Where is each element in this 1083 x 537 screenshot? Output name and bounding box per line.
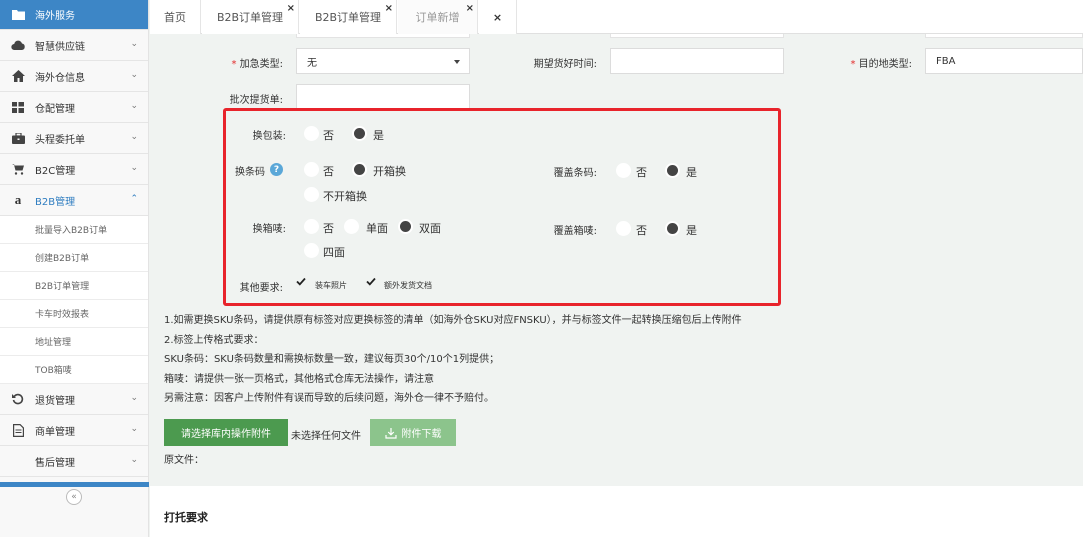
sidebar-footer-bar bbox=[0, 482, 149, 487]
close-all-tabs-button[interactable]: × bbox=[479, 0, 517, 34]
field-partial bbox=[296, 34, 470, 38]
tab-label: 订单新增 bbox=[415, 11, 460, 24]
caret-down-icon bbox=[454, 60, 460, 64]
chevron-down-icon: ⌄ bbox=[130, 424, 138, 434]
chevron-down-icon: ⌄ bbox=[130, 70, 138, 80]
tab-label: 首页 bbox=[164, 11, 186, 24]
chevron-down-icon: ⌄ bbox=[130, 101, 138, 111]
select-value: 无 bbox=[307, 57, 317, 69]
tab-b2b-order-management-2[interactable]: B2B订单管理 × bbox=[300, 0, 397, 34]
undo-icon bbox=[11, 392, 25, 406]
close-icon[interactable]: × bbox=[466, 3, 474, 14]
tab-b2b-order-management[interactable]: B2B订单管理 × bbox=[202, 0, 299, 34]
sidebar-subitem-tob-mark[interactable]: TOB箱唛 bbox=[0, 356, 148, 384]
urgent-type-label: * 加急类型: bbox=[200, 55, 283, 70]
choose-attachment-button[interactable]: 请选择库内操作附件 bbox=[164, 419, 288, 446]
sidebar-item-label: 海外服务 bbox=[35, 11, 75, 22]
sidebar-item-b2c[interactable]: B2C管理 ⌄ bbox=[0, 154, 148, 185]
tab-home[interactable]: 首页 bbox=[150, 0, 201, 34]
highlight-box bbox=[223, 108, 781, 306]
sidebar-item-warehouse-management[interactable]: 仓配管理 ⌄ bbox=[0, 92, 148, 123]
sidebar-subitem-b2b-management[interactable]: B2B订单管理 bbox=[0, 272, 148, 300]
sidebar-item-first-leg[interactable]: 头程委托单 ⌄ bbox=[0, 123, 148, 154]
sidebar-item-after-sales[interactable]: 售后管理 ⌄ bbox=[0, 446, 148, 477]
close-icon[interactable]: × bbox=[385, 3, 393, 14]
sidebar-subitem-batch-import[interactable]: 批量导入B2B订单 bbox=[0, 216, 148, 244]
document-icon bbox=[11, 423, 25, 437]
note-line: 另需注意：因客户上传附件有误而导致的后续问题，海外仓一律不予赔付。 bbox=[164, 393, 494, 404]
download-attachment-button[interactable]: 附件下载 bbox=[370, 419, 456, 446]
sidebar-item-label: B2C管理 bbox=[35, 165, 76, 177]
sidebar-item-orders[interactable]: 商单管理 ⌄ bbox=[0, 415, 148, 446]
sidebar-item-label: 售后管理 bbox=[35, 457, 75, 469]
destination-type-label: * 目的地类型: bbox=[820, 55, 912, 70]
tab-label: B2B订单管理 bbox=[314, 11, 382, 24]
sidebar-item-overseas-service[interactable]: 海外服务 bbox=[0, 0, 148, 30]
cloud-icon bbox=[11, 38, 25, 52]
cart-icon bbox=[11, 162, 25, 176]
sidebar: 海外服务 智慧供应链 ⌄ 海外仓信息 ⌄ 仓配管理 ⌄ 头程委托单 ⌄ B2C管… bbox=[0, 0, 149, 537]
note-line: 箱唛：请提供一张一页格式，其他格式仓库无法操作，请注意 bbox=[164, 374, 434, 385]
sidebar-item-label: 退货管理 bbox=[35, 395, 75, 407]
sidebar-subitem-address[interactable]: 地址管理 bbox=[0, 328, 148, 356]
sidebar-item-supply-chain[interactable]: 智慧供应链 ⌄ bbox=[0, 30, 148, 61]
sidebar-item-label: 头程委托单 bbox=[35, 134, 85, 146]
batch-pickup-label: 批次提货单: bbox=[229, 95, 283, 106]
sidebar-item-warehouse-info[interactable]: 海外仓信息 ⌄ bbox=[0, 61, 148, 92]
chevron-down-icon: ⌄ bbox=[130, 455, 138, 465]
sidebar-collapse-button[interactable]: « bbox=[66, 489, 82, 505]
destination-type-input[interactable]: FBA bbox=[925, 48, 1083, 74]
expected-time-label: 期望货好时间: bbox=[533, 59, 597, 70]
original-file-label: 原文件： bbox=[164, 455, 204, 466]
required-marker: * bbox=[231, 59, 240, 70]
chevron-down-icon: ⌄ bbox=[130, 393, 138, 403]
note-line: 2.标签上传格式要求： bbox=[164, 335, 264, 346]
briefcase-icon bbox=[11, 131, 25, 145]
label-text: 目的地类型: bbox=[858, 59, 912, 70]
sidebar-item-label: 商单管理 bbox=[35, 426, 75, 438]
close-icon: × bbox=[492, 10, 503, 24]
tab-new-order[interactable]: 订单新增 × bbox=[398, 0, 478, 34]
section-title: 打托要求 bbox=[164, 511, 208, 524]
sidebar-item-b2b[interactable]: a B2B管理 ⌃ bbox=[0, 185, 148, 216]
urgent-type-select[interactable]: 无 bbox=[296, 48, 470, 74]
label-text: 加急类型: bbox=[239, 59, 283, 70]
close-icon[interactable]: × bbox=[287, 3, 295, 14]
field-partial bbox=[925, 34, 1083, 38]
sidebar-subitem-create-b2b[interactable]: 创建B2B订单 bbox=[0, 244, 148, 272]
button-label: 附件下载 bbox=[401, 429, 442, 440]
tab-bar: 首页 B2B订单管理 × B2B订单管理 × 订单新增 × × bbox=[150, 0, 1083, 34]
sidebar-item-label: 海外仓信息 bbox=[35, 72, 85, 84]
sidebar-subitem-truck-report[interactable]: 卡车时效报表 bbox=[0, 300, 148, 328]
chevron-down-icon: ⌄ bbox=[130, 132, 138, 142]
palletizing-section: 打托要求 bbox=[150, 486, 1083, 537]
sidebar-item-label: 仓配管理 bbox=[35, 103, 75, 115]
chevron-down-icon: ⌄ bbox=[130, 163, 138, 173]
batch-pickup-input[interactable] bbox=[296, 84, 470, 110]
chevron-up-icon: ⌃ bbox=[130, 194, 138, 204]
amazon-icon: a bbox=[14, 192, 22, 207]
sidebar-item-label: 智慧供应链 bbox=[35, 41, 85, 53]
input-value: FBA bbox=[936, 55, 956, 67]
note-line: SKU条码：SKU条码数量和需换标数量一致，建议每页30个/10个1列提供； bbox=[164, 354, 500, 365]
folder-icon bbox=[11, 8, 25, 22]
home-icon bbox=[11, 69, 25, 83]
download-icon bbox=[384, 427, 397, 439]
expected-time-input[interactable] bbox=[610, 48, 784, 74]
sidebar-item-returns[interactable]: 退货管理 ⌄ bbox=[0, 384, 148, 415]
sidebar-item-label: B2B管理 bbox=[35, 196, 76, 208]
grid-icon bbox=[11, 100, 25, 114]
required-marker: * bbox=[850, 59, 859, 70]
field-partial bbox=[610, 34, 784, 38]
tab-label: B2B订单管理 bbox=[216, 11, 284, 24]
no-file-selected-text: 未选择任何文件 bbox=[291, 431, 361, 442]
note-line: 1.如需更换SKU条码，请提供原有标签对应更换标签的清单（如海外仓SKU对应FN… bbox=[164, 315, 742, 326]
chevron-down-icon: ⌄ bbox=[130, 39, 138, 49]
